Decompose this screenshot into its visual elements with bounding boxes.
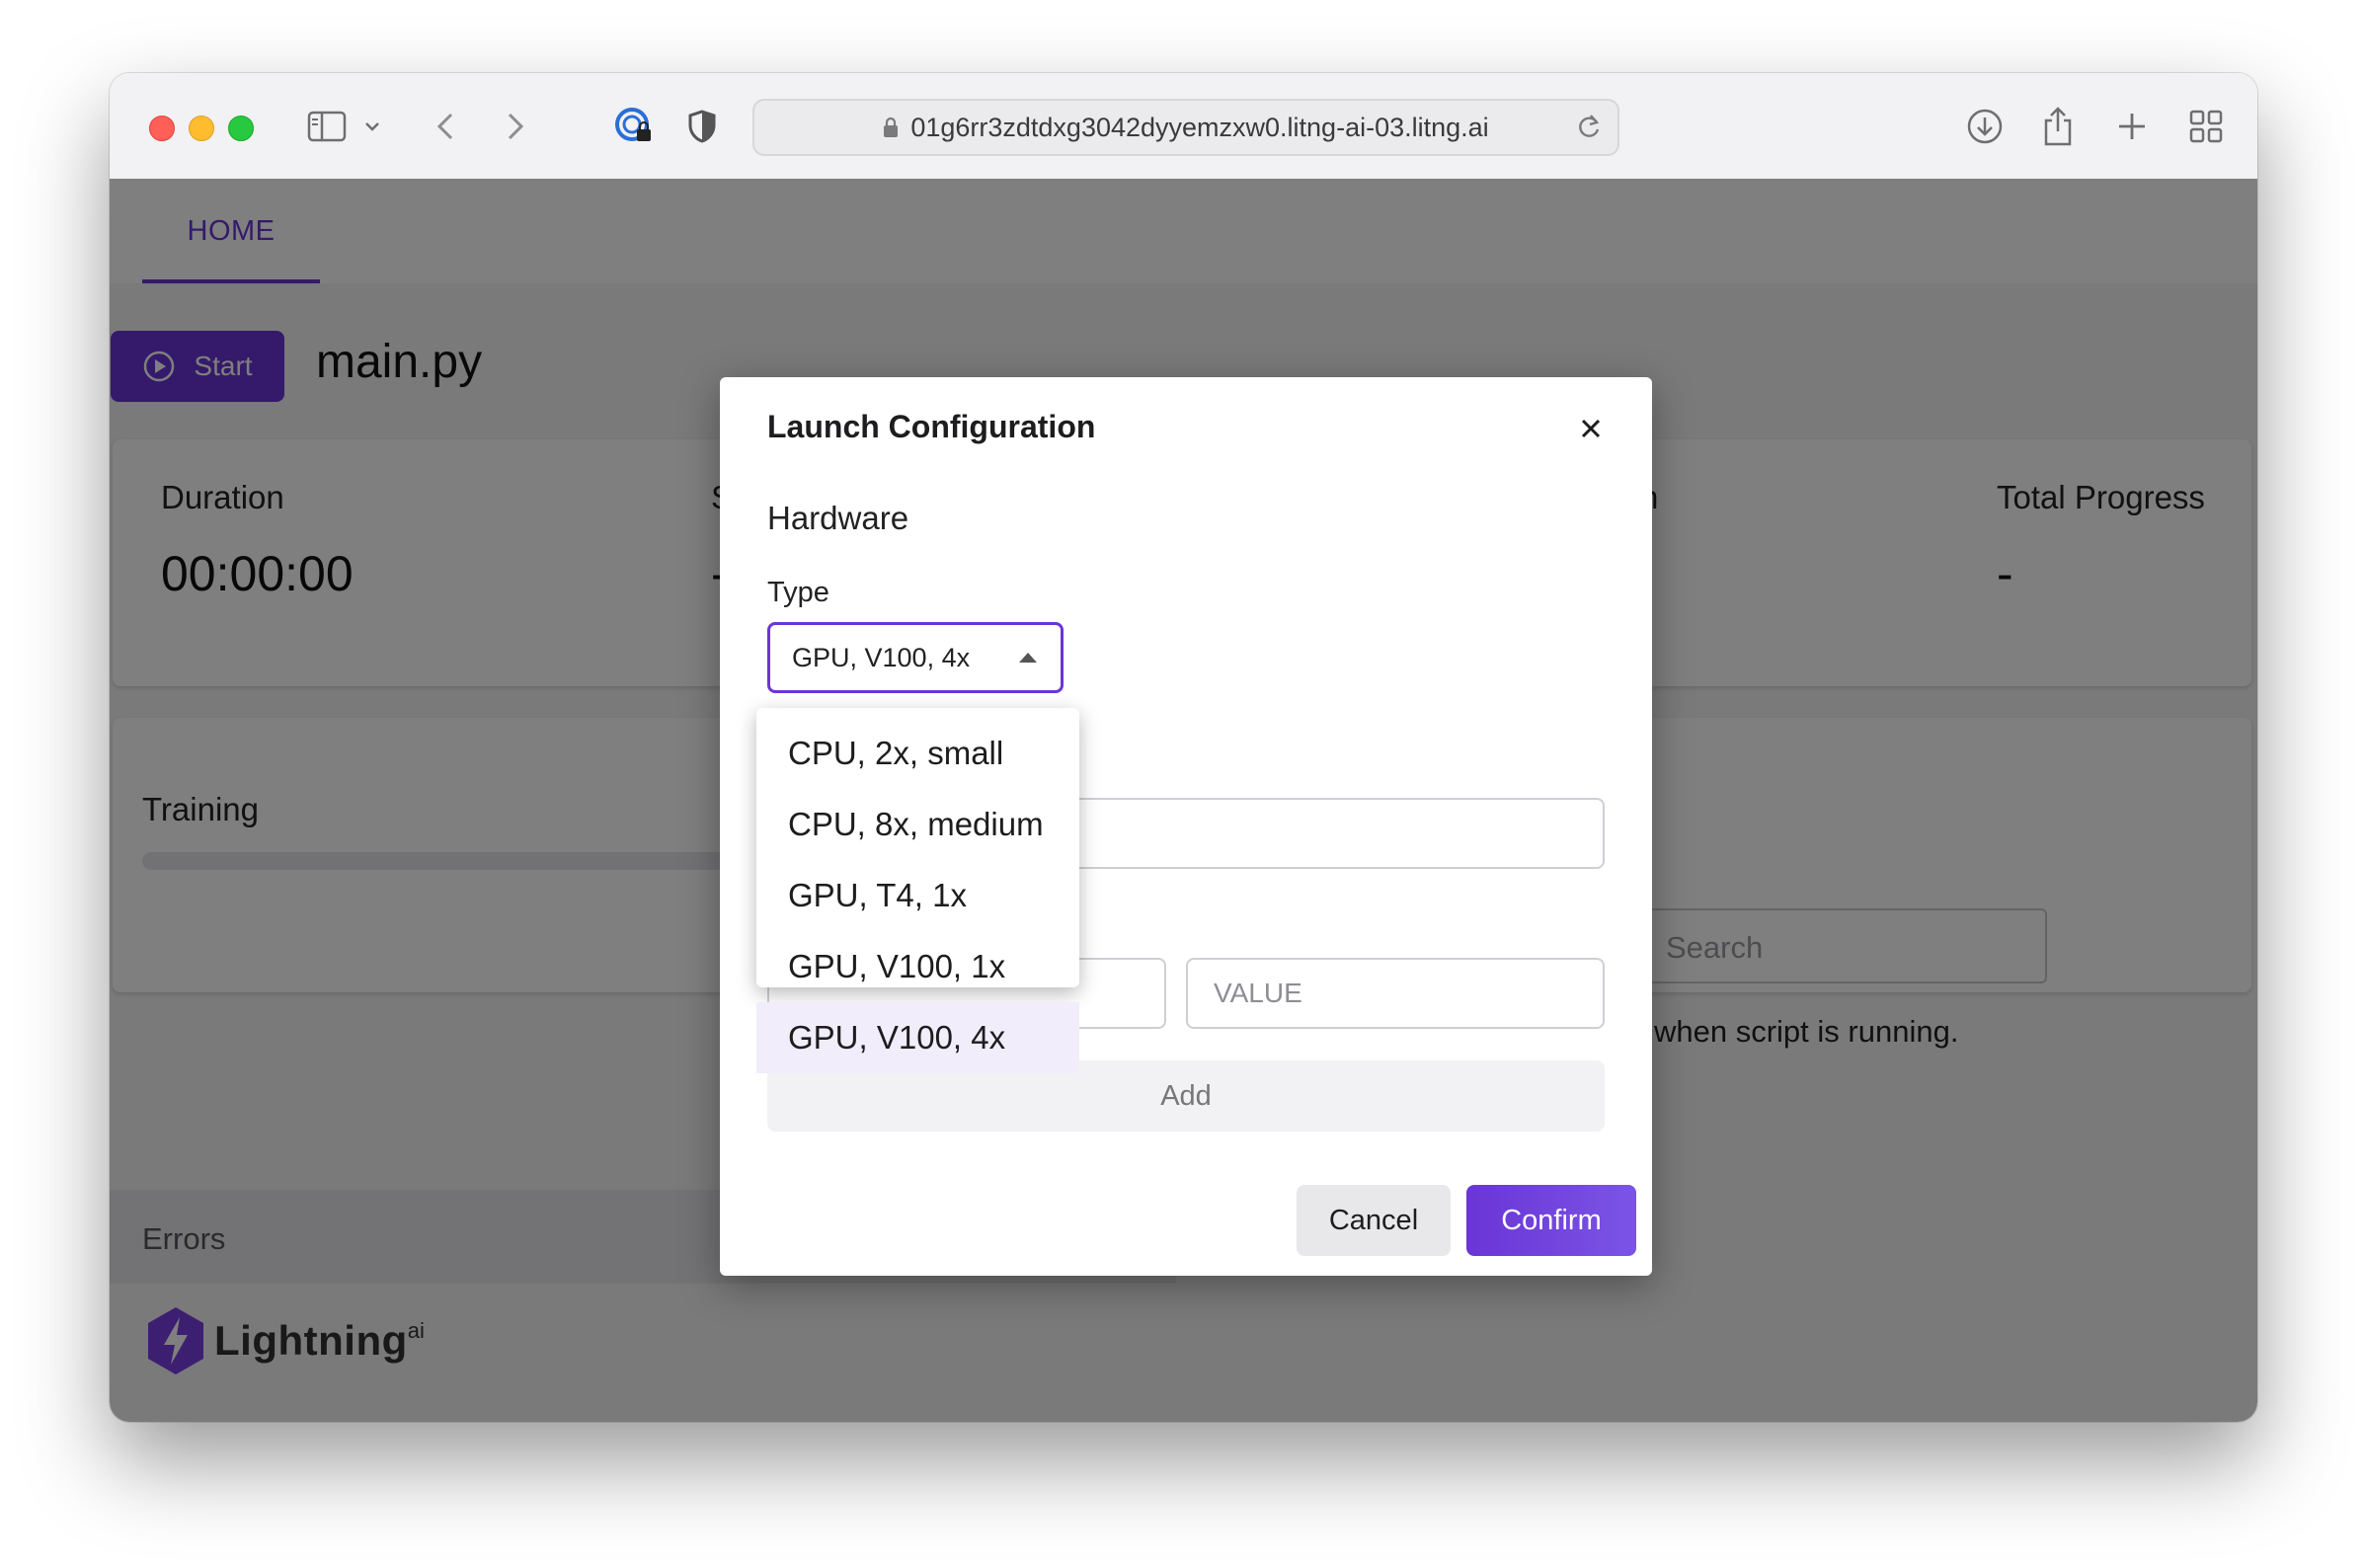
hardware-type-dropdown: CPU, 2x, small CPU, 8x, medium GPU, T4, …	[756, 708, 1079, 1073]
minimize-window-button[interactable]	[189, 116, 214, 141]
tab-overview-icon[interactable]	[2183, 103, 2229, 150]
hardware-type-select[interactable]: GPU, V100, 4x	[767, 622, 1064, 693]
reload-icon[interactable]	[1576, 113, 1602, 147]
hardware-section-title: Hardware	[767, 500, 909, 536]
url-text: 01g6rr3zdtdxg3042dyyemzxw0.litng-ai-03.l…	[910, 112, 1489, 142]
dropdown-option[interactable]: GPU, T4, 1x	[756, 860, 1079, 931]
type-label: Type	[767, 577, 829, 608]
share-icon[interactable]	[2035, 103, 2081, 150]
new-tab-icon[interactable]	[2109, 103, 2155, 150]
shield-icon[interactable]	[684, 103, 720, 150]
password-manager-icon[interactable]	[611, 103, 657, 150]
close-icon[interactable]	[1571, 409, 1611, 448]
chevron-down-icon[interactable]	[360, 103, 384, 150]
confirm-button[interactable]: Confirm	[1466, 1185, 1636, 1256]
dialog-title: Launch Configuration	[767, 409, 1096, 444]
lock-icon	[883, 117, 899, 138]
dropdown-option[interactable]: CPU, 8x, medium	[756, 789, 1079, 860]
browser-window: 01g6rr3zdtdxg3042dyyemzxw0.litng-ai-03.l…	[110, 73, 2257, 1422]
zoom-window-button[interactable]	[228, 116, 254, 141]
cancel-button[interactable]: Cancel	[1297, 1185, 1451, 1256]
dropdown-option[interactable]: CPU, 2x, small	[756, 718, 1079, 789]
address-bar[interactable]: 01g6rr3zdtdxg3042dyyemzxw0.litng-ai-03.l…	[752, 99, 1619, 156]
back-icon[interactable]	[428, 103, 463, 150]
close-window-button[interactable]	[149, 116, 175, 141]
download-icon[interactable]	[1962, 103, 2008, 150]
browser-toolbar: 01g6rr3zdtdxg3042dyyemzxw0.litng-ai-03.l…	[110, 73, 2257, 180]
dropdown-option-selected[interactable]: GPU, V100, 4x	[756, 1002, 1079, 1073]
sidebar-toggle-icon[interactable]	[303, 103, 351, 150]
caret-up-icon	[1019, 653, 1037, 663]
hardware-type-value: GPU, V100, 4x	[792, 642, 971, 672]
env-value-input[interactable]: VALUE	[1186, 958, 1605, 1029]
forward-icon[interactable]	[498, 103, 533, 150]
dropdown-option[interactable]: GPU, V100, 1x	[756, 931, 1079, 1002]
